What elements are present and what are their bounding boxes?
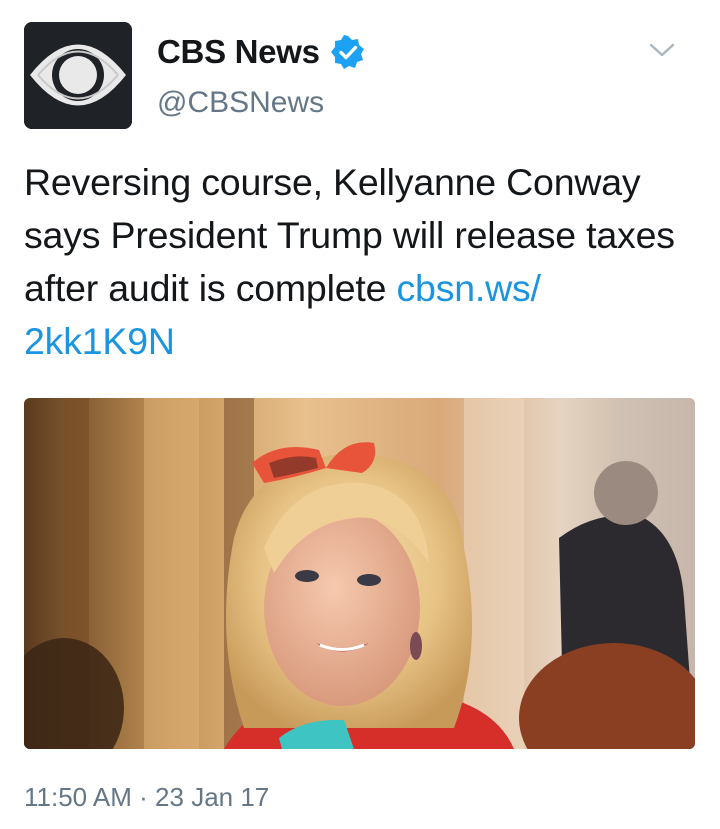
tweet-text: Reversing course, Kellyanne Conway says … <box>24 156 704 368</box>
chevron-down-icon[interactable] <box>648 40 676 60</box>
tweet-link-part2: 2kk1K9N <box>24 320 175 362</box>
timestamp-time: 11:50 AM <box>24 782 132 812</box>
tweet-body: Reversing course, Kellyanne Conway says … <box>24 161 675 309</box>
avatar[interactable] <box>24 22 132 129</box>
author-handle[interactable]: @CBSNews <box>157 86 324 120</box>
tweet-link-part1: cbsn.ws/ <box>396 267 541 309</box>
photo-image <box>24 398 695 749</box>
author-name[interactable]: CBS News <box>157 33 320 71</box>
timestamp-separator: · <box>131 782 156 812</box>
tweet-photo[interactable] <box>24 398 695 749</box>
verified-badge-icon <box>331 35 364 69</box>
cbs-eye-logo-icon <box>24 22 132 129</box>
tweet-card: CBS News @CBSNews Reversing course, Kell… <box>0 0 720 829</box>
timestamp-date: 23 Jan 17 <box>155 782 270 812</box>
tweet-timestamp[interactable]: 11:50 AM · 23 Jan 17 <box>24 782 269 813</box>
